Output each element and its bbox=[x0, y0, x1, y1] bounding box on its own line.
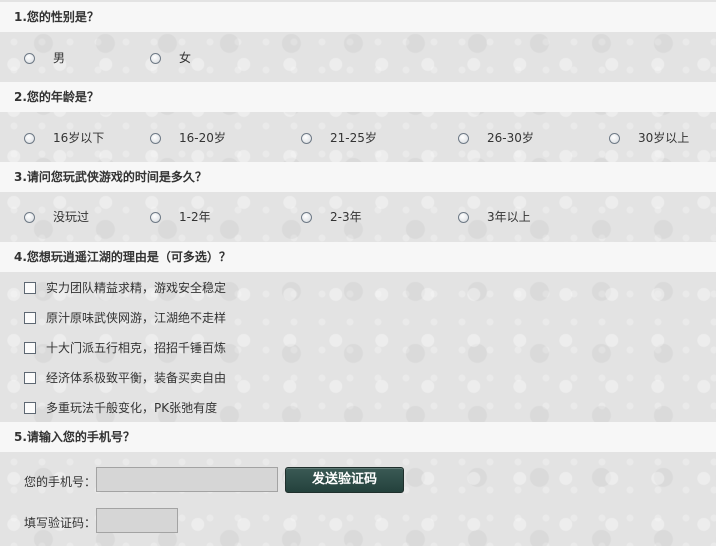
checkbox[interactable] bbox=[24, 282, 36, 294]
question-2-title: 2.您的年龄是？ bbox=[0, 82, 716, 112]
code-input[interactable] bbox=[96, 508, 178, 533]
option-label: 30岁以上 bbox=[638, 131, 690, 145]
checkbox[interactable] bbox=[24, 402, 36, 414]
playtime-option-2-3-years[interactable]: 2-3年 bbox=[301, 209, 362, 225]
checkbox[interactable] bbox=[24, 372, 36, 384]
phone-label: 您的手机号： bbox=[24, 475, 97, 489]
option-label: 经济体系极致平衡，装备买卖自由 bbox=[46, 371, 227, 385]
age-option-21-25[interactable]: 21-25岁 bbox=[301, 130, 377, 146]
option-label: 十大门派五行相克，招招千锤百炼 bbox=[46, 341, 227, 355]
playtime-option-1-2-years[interactable]: 1-2年 bbox=[150, 209, 211, 225]
send-code-button[interactable]: 发送验证码 bbox=[285, 467, 404, 493]
radio-button[interactable] bbox=[301, 211, 312, 223]
checkbox[interactable] bbox=[24, 342, 36, 354]
reason-option-4[interactable]: 经济体系极致平衡，装备买卖自由 bbox=[24, 370, 226, 386]
phone-input[interactable] bbox=[96, 467, 278, 492]
gender-option-male[interactable]: 男 bbox=[24, 50, 65, 66]
age-option-over-30[interactable]: 30岁以上 bbox=[609, 130, 689, 146]
reason-option-5[interactable]: 多重玩法千般变化，PK张弛有度 bbox=[24, 400, 217, 416]
option-label: 原汁原味武侠网游，江湖绝不走样 bbox=[46, 311, 227, 325]
radio-button[interactable] bbox=[24, 132, 35, 144]
reason-option-1[interactable]: 实力团队精益求精，游戏安全稳定 bbox=[24, 280, 226, 296]
playtime-option-never[interactable]: 没玩过 bbox=[24, 209, 89, 225]
radio-button[interactable] bbox=[609, 132, 620, 144]
age-option-16-20[interactable]: 16-20岁 bbox=[150, 130, 226, 146]
option-label: 女 bbox=[179, 51, 192, 65]
option-label: 16-20岁 bbox=[179, 131, 226, 145]
option-label: 多重玩法千般变化，PK张弛有度 bbox=[46, 401, 218, 415]
radio-button[interactable] bbox=[150, 52, 161, 64]
reason-option-2[interactable]: 原汁原味武侠网游，江湖绝不走样 bbox=[24, 310, 226, 326]
age-option-26-30[interactable]: 26-30岁 bbox=[458, 130, 534, 146]
age-option-under-16[interactable]: 16岁以下 bbox=[24, 130, 104, 146]
question-3-title: 3.请问您玩武侠游戏的时间是多久？ bbox=[0, 162, 716, 192]
radio-button[interactable] bbox=[301, 132, 312, 144]
radio-button[interactable] bbox=[458, 132, 469, 144]
option-label: 没玩过 bbox=[53, 210, 90, 224]
question-1-title: 1.您的性别是？ bbox=[0, 2, 716, 32]
code-label: 填写验证码： bbox=[24, 516, 97, 530]
gender-option-female[interactable]: 女 bbox=[150, 50, 191, 66]
radio-button[interactable] bbox=[458, 211, 469, 223]
reason-option-3[interactable]: 十大门派五行相克，招招千锤百炼 bbox=[24, 340, 226, 356]
option-label: 21-25岁 bbox=[330, 131, 377, 145]
radio-button[interactable] bbox=[24, 52, 35, 64]
question-4-title: 4.您想玩逍遥江湖的理由是（可多选）？ bbox=[0, 242, 716, 272]
checkbox[interactable] bbox=[24, 312, 36, 324]
option-label: 3年以上 bbox=[487, 210, 531, 224]
option-label: 男 bbox=[53, 51, 66, 65]
radio-button[interactable] bbox=[24, 211, 35, 223]
option-label: 2-3年 bbox=[330, 210, 362, 224]
radio-button[interactable] bbox=[150, 211, 161, 223]
radio-button[interactable] bbox=[150, 132, 161, 144]
option-label: 16岁以下 bbox=[53, 131, 105, 145]
question-5-title: 5.请输入您的手机号？ bbox=[0, 422, 716, 452]
option-label: 实力团队精益求精，游戏安全稳定 bbox=[46, 281, 227, 295]
playtime-option-over-3-years[interactable]: 3年以上 bbox=[458, 209, 531, 225]
option-label: 1-2年 bbox=[179, 210, 211, 224]
option-label: 26-30岁 bbox=[487, 131, 534, 145]
